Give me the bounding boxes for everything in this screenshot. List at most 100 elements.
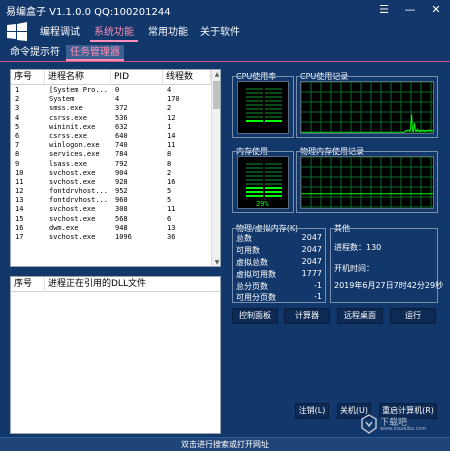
- dll-table-header: 序号 进程正在引用的DLL文件: [11, 277, 220, 292]
- watermark: 下载吧 www.xiazaiba.com: [358, 412, 448, 436]
- process-row[interactable]: 2 System 4 170: [11, 95, 211, 104]
- meter-segment: [246, 88, 263, 90]
- cpu-usage-meter: [237, 81, 289, 134]
- stat-available-pages-value: -1: [314, 292, 322, 301]
- meter-segment: [246, 120, 263, 122]
- nav-system-functions[interactable]: 系统功能: [90, 24, 138, 42]
- process-threads: 1: [167, 122, 172, 131]
- process-name: svchost.exe: [49, 177, 96, 186]
- meter-segment: [265, 96, 282, 98]
- process-pid: 632: [115, 122, 128, 131]
- process-row[interactable]: 9 lsass.exe 792 8: [11, 160, 211, 169]
- process-name: services.exe: [49, 150, 100, 159]
- process-name: dwm.exe: [49, 223, 79, 232]
- process-row[interactable]: 17 svchost.exe 1096 36: [11, 233, 211, 242]
- process-row[interactable]: 4 csrss.exe 536 12: [11, 114, 211, 123]
- scroll-down-icon[interactable]: ▼: [212, 258, 220, 266]
- process-pid: 568: [115, 214, 128, 223]
- nav-programming-debug[interactable]: 编程调试: [36, 24, 84, 42]
- process-row[interactable]: 1 [System Pro... 0 4: [11, 86, 211, 95]
- meter-segment: [265, 116, 282, 118]
- process-pid: 4: [115, 95, 120, 104]
- process-row[interactable]: 12 fontdrvhost... 952 5: [11, 187, 211, 196]
- memory-usage-meter: 29%: [237, 156, 289, 209]
- cpu-history-chart: [301, 82, 433, 133]
- process-row[interactable]: 10 svchost.exe 904 2: [11, 169, 211, 178]
- nav-common-functions[interactable]: 常用功能: [144, 24, 192, 42]
- process-table[interactable]: 序号 进程名称 PID 线程数 1 [System Pro... 0 4 2 System…: [10, 69, 221, 267]
- memory-percent: 29%: [256, 200, 269, 208]
- process-threads: 11: [167, 141, 176, 150]
- process-table-body: 1 [System Pro... 0 4 2 System 4 170 3 smss.exe 372…: [11, 86, 211, 242]
- stat-available-label: 可用数: [236, 246, 260, 255]
- tab-task-manager[interactable]: 任务管理器: [66, 45, 124, 61]
- process-threads: 12: [167, 113, 176, 122]
- stat-available-value: 2047: [301, 245, 322, 254]
- menu-icon[interactable]: ☰: [372, 0, 396, 18]
- meter-segment: [265, 195, 282, 197]
- scroll-thumb[interactable]: [213, 81, 220, 109]
- process-name: lsass.exe: [49, 159, 87, 168]
- process-threads: 36: [167, 233, 176, 241]
- control-panel-button[interactable]: 控制面板: [232, 308, 278, 324]
- process-row[interactable]: 11 svchost.exe 928 16: [11, 178, 211, 187]
- meter-segment: [265, 171, 282, 173]
- process-threads: 170: [167, 95, 180, 104]
- process-index: 3: [15, 104, 20, 113]
- process-threads: 8: [167, 159, 172, 168]
- process-index: 15: [15, 214, 24, 223]
- process-row[interactable]: 15 svchost.exe 568 6: [11, 215, 211, 224]
- meter-segment: [265, 179, 282, 181]
- process-name: smss.exe: [49, 104, 83, 113]
- process-threads: 2: [167, 104, 172, 113]
- meter-segment: [265, 108, 282, 110]
- meter-segment: [246, 116, 263, 118]
- cpu-usage-bars: [246, 88, 282, 122]
- process-index: 9: [15, 159, 20, 168]
- close-button[interactable]: ✕: [424, 0, 448, 18]
- memory-history-chart: [301, 157, 433, 208]
- tab-command-prompt[interactable]: 命令提示符: [6, 45, 64, 61]
- cpu-history-graph: [300, 81, 434, 134]
- remote-desktop-button[interactable]: 远程桌面: [337, 308, 383, 324]
- process-name: winlogon.exe: [49, 141, 100, 150]
- process-row[interactable]: 13 fontdrvhost... 960 5: [11, 196, 211, 205]
- column-header-pid[interactable]: PID: [111, 70, 163, 85]
- run-button[interactable]: 运行: [390, 308, 436, 324]
- column-header-dll-index[interactable]: 序号: [11, 277, 45, 292]
- process-row[interactable]: 16 dwm.exe 948 13: [11, 224, 211, 233]
- process-pid: 536: [115, 113, 128, 122]
- column-header-name[interactable]: 进程名称: [45, 70, 111, 85]
- process-name: [System Pro...: [49, 86, 109, 94]
- minimize-button[interactable]: —: [398, 0, 422, 18]
- process-row[interactable]: 14 svchost.exe 308 11: [11, 205, 211, 214]
- process-row[interactable]: 7 winlogon.exe 740 11: [11, 141, 211, 150]
- process-name: svchost.exe: [49, 168, 96, 177]
- process-pid: 0: [115, 86, 120, 94]
- process-threads: 5: [167, 187, 172, 196]
- process-row[interactable]: 8 services.exe 784 8: [11, 150, 211, 159]
- process-index: 5: [15, 122, 20, 131]
- scroll-up-icon[interactable]: ▲: [212, 70, 220, 80]
- process-row[interactable]: 5 wininit.exe 632 1: [11, 123, 211, 132]
- calculator-button[interactable]: 计算器: [284, 308, 330, 324]
- process-scrollbar[interactable]: ▲ ▼: [211, 70, 220, 266]
- status-text: 双击进行搜索或打开网址: [181, 440, 269, 449]
- process-count: 进程数：130: [334, 243, 382, 252]
- process-name: fontdrvhost...: [49, 196, 109, 205]
- process-index: 10: [15, 168, 24, 177]
- meter-segment: [265, 167, 282, 169]
- process-threads: 13: [167, 223, 176, 232]
- column-header-threads[interactable]: 线程数: [163, 70, 211, 85]
- process-row[interactable]: 3 smss.exe 372 2: [11, 104, 211, 113]
- column-header-dll-file[interactable]: 进程正在引用的DLL文件: [45, 277, 220, 292]
- column-header-index[interactable]: 序号: [11, 70, 45, 85]
- process-row[interactable]: 6 csrss.exe 640 14: [11, 132, 211, 141]
- meter-segment: [246, 167, 263, 169]
- nav-about[interactable]: 关于软件: [196, 24, 244, 42]
- main-nav: 编程调试 系统功能 常用功能 关于软件: [0, 20, 450, 44]
- logoff-button[interactable]: 注销(L): [295, 403, 329, 419]
- dll-table[interactable]: 序号 进程正在引用的DLL文件: [10, 276, 221, 434]
- meter-segment: [265, 92, 282, 94]
- process-threads: 5: [167, 196, 172, 205]
